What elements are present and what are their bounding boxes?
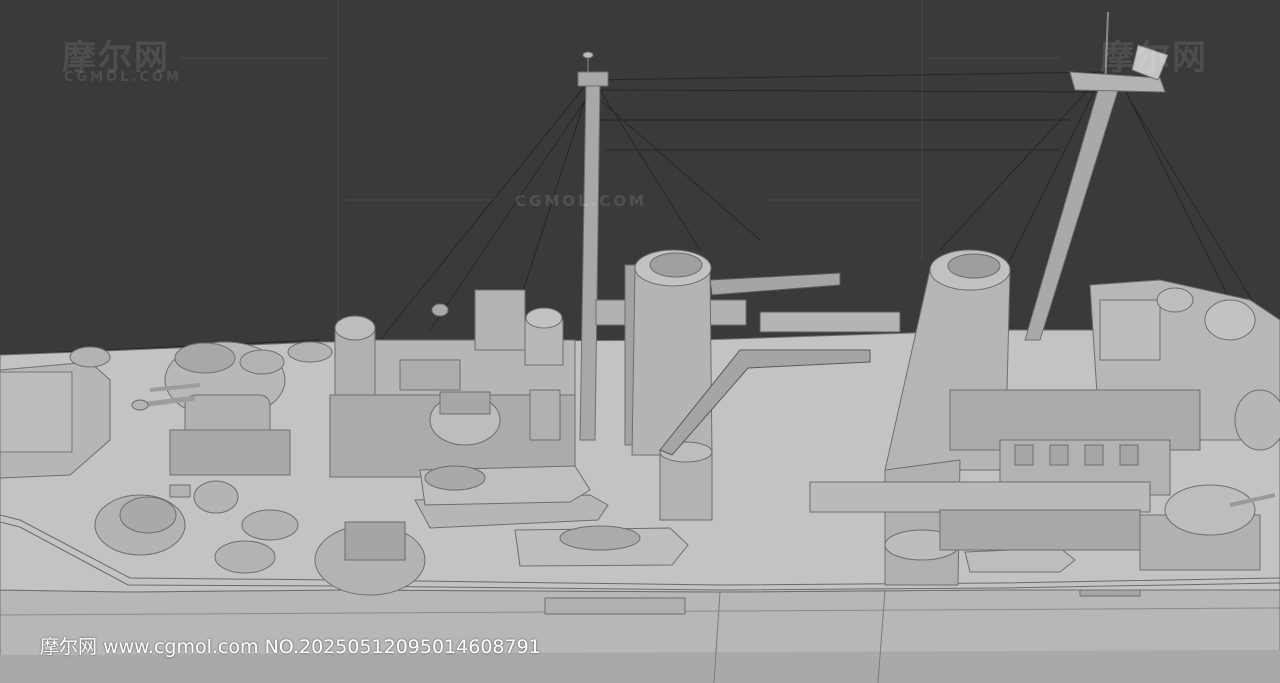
image-caption: 摩尔网 www.cgmol.com NO.2025051209501460​87… — [40, 632, 541, 659]
render-viewport: 摩尔网 CGMOL.COM 摩尔网 CGMOL.COM 摩尔网 www.cgmo… — [0, 0, 1280, 683]
warship-3d-render — [0, 0, 1280, 683]
caption-url: www.cgmol.com — [103, 636, 259, 658]
caption-number: NO.2025051209501460​8791 — [264, 636, 541, 658]
caption-site-name: 摩尔网 — [40, 636, 98, 658]
